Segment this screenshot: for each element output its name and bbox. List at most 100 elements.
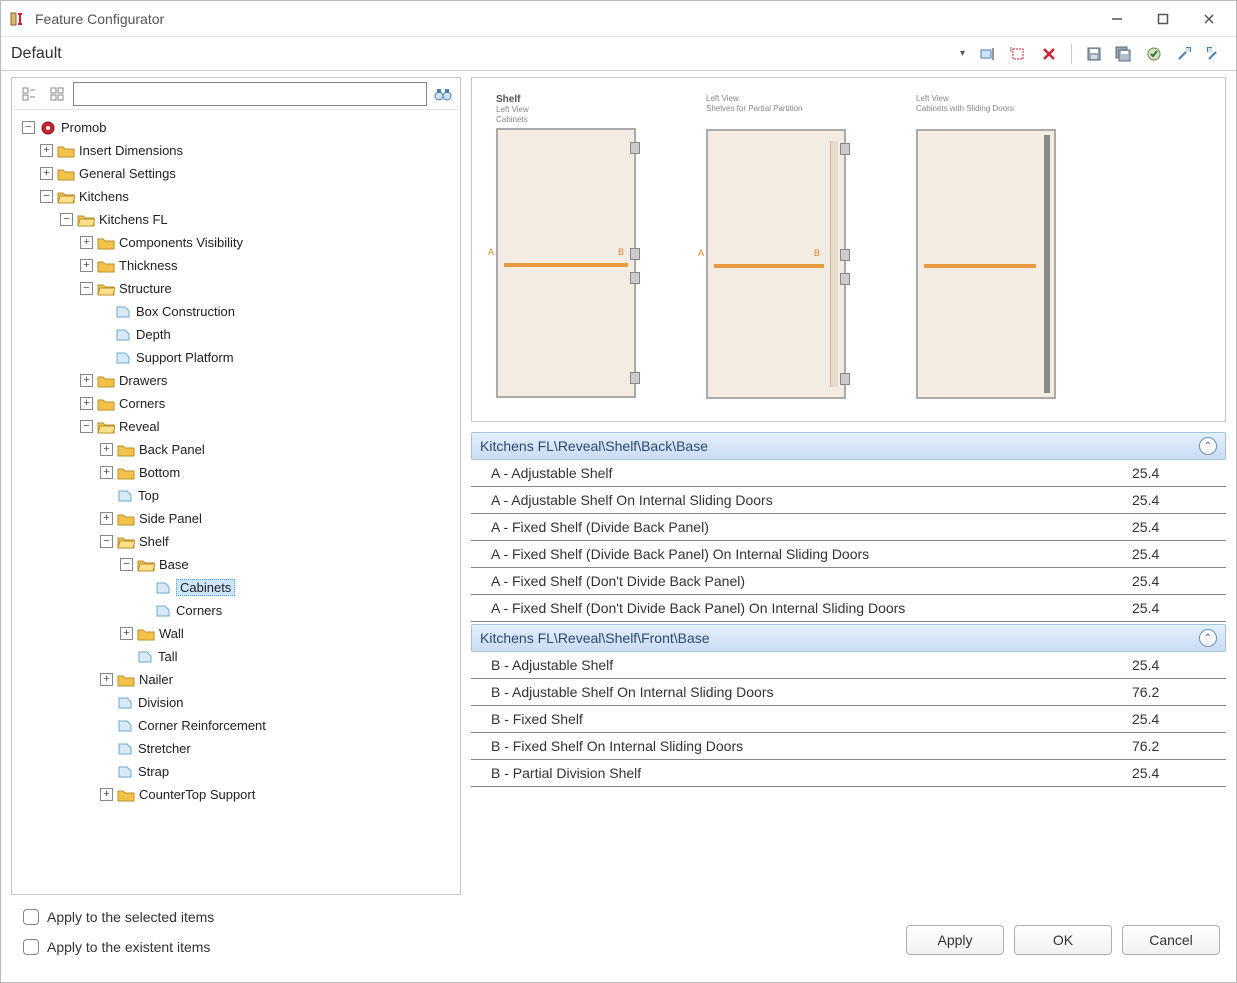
tree-leaf[interactable]: Depth [16,323,458,346]
save-icon[interactable] [1082,42,1106,66]
collapse-icon[interactable]: ⌃ [1199,629,1217,647]
tree-node[interactable]: +Bottom [16,461,458,484]
app-icon [9,10,27,28]
tree-node[interactable]: +Insert Dimensions [16,139,458,162]
property-value[interactable]: 76.2 [1128,684,1226,700]
group-title: Kitchens FL\Reveal\Shelf\Back\Base [480,438,1199,454]
checkbox-apply-selected[interactable]: Apply to the selected items [23,909,214,925]
tree-node[interactable]: +General Settings [16,162,458,185]
apply-button[interactable]: Apply [906,925,1004,955]
property-row[interactable]: A - Fixed Shelf (Don't Divide Back Panel… [471,568,1226,595]
property-value[interactable]: 25.4 [1128,657,1226,673]
property-label: A - Fixed Shelf (Don't Divide Back Panel… [491,573,1128,589]
apply-icon[interactable] [1142,42,1166,66]
rename-icon[interactable] [977,42,1001,66]
tree-node[interactable]: +Wall [16,622,458,645]
tree-panel: − Promob +Insert Dimensions +General Set… [11,77,461,895]
property-row[interactable]: B - Adjustable Shelf25.4 [471,652,1226,679]
property-row[interactable]: A - Adjustable Shelf25.4 [471,460,1226,487]
tree-leaf[interactable]: Support Platform [16,346,458,369]
property-value[interactable]: 25.4 [1128,546,1226,562]
checkbox-apply-existent[interactable]: Apply to the existent items [23,939,214,955]
property-row[interactable]: B - Adjustable Shelf On Internal Sliding… [471,679,1226,706]
cabinet-diagram: AB [496,128,636,398]
tree-node[interactable]: +Side Panel [16,507,458,530]
preview-card: Left View Shelves for Partial Partition … [706,94,886,405]
maximize-button[interactable] [1140,4,1186,34]
property-value[interactable]: 25.4 [1128,765,1226,781]
save-all-icon[interactable] [1112,42,1136,66]
tree-node[interactable]: +Back Panel [16,438,458,461]
binoculars-icon[interactable] [431,82,455,106]
tree-leaf-cabinets[interactable]: Cabinets [16,576,458,599]
tree-node[interactable]: +CounterTop Support [16,783,458,806]
tree-node[interactable]: +Components Visibility [16,231,458,254]
export-icon[interactable] [1202,42,1226,66]
tree-node-shelf[interactable]: −Shelf [16,530,458,553]
property-value[interactable]: 25.4 [1128,465,1226,481]
property-value[interactable]: 25.4 [1128,492,1226,508]
expand-all-icon[interactable] [17,82,41,106]
group-header[interactable]: Kitchens FL\Reveal\Shelf\Front\Base⌃ [471,624,1226,652]
collapse-icon[interactable]: ⌃ [1199,437,1217,455]
tree-leaf[interactable]: Corners [16,599,458,622]
property-label: A - Adjustable Shelf On Internal Sliding… [491,492,1128,508]
tree[interactable]: − Promob +Insert Dimensions +General Set… [12,110,460,894]
svg-text:I: I [1010,47,1012,54]
property-row[interactable]: B - Fixed Shelf On Internal Sliding Door… [471,733,1226,760]
ok-button[interactable]: OK [1014,925,1112,955]
close-button[interactable] [1186,4,1232,34]
top-toolbar: Default ▾ I [1,37,1236,71]
tree-node[interactable]: +Corners [16,392,458,415]
property-value[interactable]: 25.4 [1128,573,1226,589]
minimize-button[interactable] [1094,4,1140,34]
property-label: B - Adjustable Shelf On Internal Sliding… [491,684,1128,700]
property-value[interactable]: 76.2 [1128,738,1226,754]
property-row[interactable]: B - Partial Division Shelf25.4 [471,760,1226,787]
window-title: Feature Configurator [35,11,164,27]
tree-node-kitchens-fl[interactable]: −Kitchens FL [16,208,458,231]
search-input[interactable] [73,82,427,106]
tree-node-structure[interactable]: −Structure [16,277,458,300]
tree-leaf[interactable]: Top [16,484,458,507]
preview-card: Left View Cabinets with Sliding Doors [916,94,1096,405]
import-icon[interactable] [1172,42,1196,66]
tree-leaf[interactable]: Box Construction [16,300,458,323]
tree-node[interactable]: +Thickness [16,254,458,277]
property-label: B - Fixed Shelf On Internal Sliding Door… [491,738,1128,754]
property-value[interactable]: 25.4 [1128,711,1226,727]
cabinet-diagram [916,129,1056,399]
tree-leaf[interactable]: Division [16,691,458,714]
tree-node-root[interactable]: − Promob [16,116,458,139]
group-header[interactable]: Kitchens FL\Reveal\Shelf\Back\Base⌃ [471,432,1226,460]
property-label: A - Adjustable Shelf [491,465,1128,481]
preview-card: Shelf Left View Cabinets AB [496,94,676,405]
delete-icon[interactable] [1037,42,1061,66]
group-title: Kitchens FL\Reveal\Shelf\Front\Base [480,630,1199,646]
property-row[interactable]: A - Adjustable Shelf On Internal Sliding… [471,487,1226,514]
property-label: A - Fixed Shelf (Divide Back Panel) [491,519,1128,535]
property-row[interactable]: A - Fixed Shelf (Divide Back Panel) On I… [471,541,1226,568]
property-row[interactable]: A - Fixed Shelf (Don't Divide Back Panel… [471,595,1226,622]
property-row[interactable]: B - Fixed Shelf25.4 [471,706,1226,733]
tree-leaf[interactable]: Tall [16,645,458,668]
tree-leaf[interactable]: Stretcher [16,737,458,760]
tree-node-kitchens[interactable]: −Kitchens [16,185,458,208]
collapse-all-icon[interactable] [45,82,69,106]
profile-dropdown[interactable]: ▾ [954,48,971,59]
tree-node[interactable]: +Nailer [16,668,458,691]
cancel-button[interactable]: Cancel [1122,925,1220,955]
tree-leaf[interactable]: Strap [16,760,458,783]
tree-leaf[interactable]: Corner Reinforcement [16,714,458,737]
property-label: B - Partial Division Shelf [491,765,1128,781]
tree-node-reveal[interactable]: −Reveal [16,415,458,438]
cabinet-diagram: AB [706,129,846,399]
tree-node[interactable]: +Drawers [16,369,458,392]
property-groups: Kitchens FL\Reveal\Shelf\Back\Base⌃A - A… [471,430,1226,895]
tree-node-base[interactable]: −Base [16,553,458,576]
property-value[interactable]: 25.4 [1128,600,1226,616]
titlebar: Feature Configurator [1,1,1236,37]
new-profile-icon[interactable]: I [1007,42,1031,66]
property-value[interactable]: 25.4 [1128,519,1226,535]
property-row[interactable]: A - Fixed Shelf (Divide Back Panel)25.4 [471,514,1226,541]
